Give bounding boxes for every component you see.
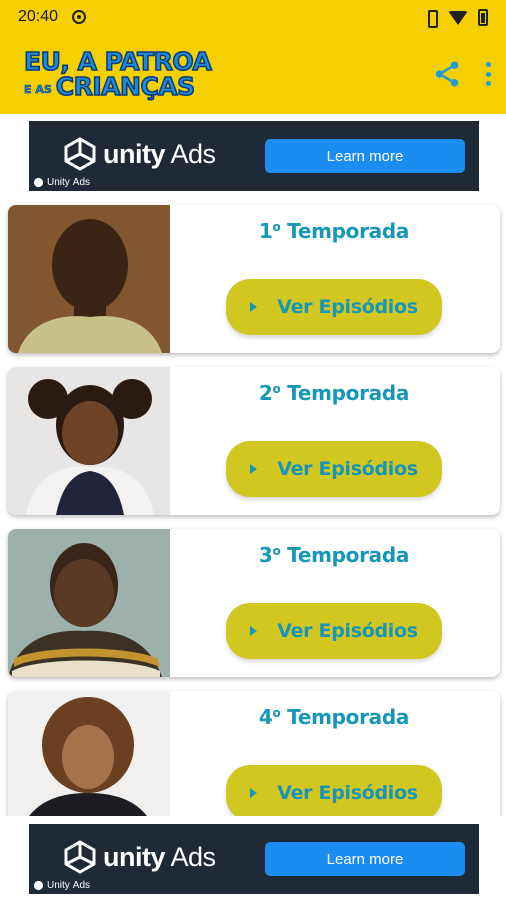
ad-banner-bottom[interactable]: unity Ads Learn more Unity Ads (29, 824, 479, 894)
more-vert-icon[interactable] (484, 62, 492, 86)
logo-small: E AS (24, 83, 52, 96)
ad-mini-brand: Unity (47, 177, 70, 188)
ver-episodios-button[interactable]: Ver Episódios (226, 765, 442, 821)
season-title: 2o Temporada (258, 381, 410, 405)
season-card[interactable]: 2o Temporada Ver Episódios (8, 367, 500, 515)
app-bar: EU, A PATROA E AS CRIANÇAS (0, 34, 506, 114)
ver-episodios-button[interactable]: Ver Episódios (226, 441, 442, 497)
ad-brand-suffix: Ads (170, 841, 217, 872)
wifi-icon (448, 11, 468, 25)
unity-ads-logo: unity Ads (63, 840, 216, 874)
play-icon (250, 788, 258, 798)
logo-line1: EU, A PATROA (23, 47, 212, 76)
season-photo (8, 529, 170, 677)
season-title: 4o Temporada (258, 705, 410, 729)
season-photo (8, 205, 170, 353)
ver-episodios-button[interactable]: Ver Episódios (226, 603, 442, 659)
season-card[interactable]: 3o Temporada Ver Episódios (8, 529, 500, 677)
logo-line2: CRIANÇAS (55, 72, 196, 101)
unity-ads-logo: unity Ads (63, 137, 216, 171)
status-bar: 20:40 (0, 0, 506, 34)
unity-mini-icon (33, 177, 44, 188)
unity-cube-icon (64, 137, 96, 171)
ad-banner-top[interactable]: unity Ads Learn more Unity Ads (29, 121, 479, 191)
share-icon[interactable] (432, 59, 462, 89)
ad-brand: unity (103, 138, 166, 169)
season-photo (8, 367, 170, 515)
unity-cube-icon (64, 840, 96, 874)
unity-mini-icon (33, 880, 44, 891)
ad-mini-label: Unity Ads (33, 177, 90, 188)
status-icons (424, 8, 488, 28)
ver-episodios-button[interactable]: Ver Episódios (226, 279, 442, 335)
ad-mini-suffix: Ads (72, 177, 91, 188)
play-icon (250, 302, 258, 312)
ad-mini-label: Unity Ads (33, 880, 90, 891)
play-icon (250, 626, 258, 636)
app-logo: EU, A PATROA E AS CRIANÇAS (23, 47, 212, 101)
play-icon (250, 464, 258, 474)
learn-more-button[interactable]: Learn more (265, 139, 465, 173)
vibrate-icon (424, 9, 438, 28)
learn-more-button[interactable]: Learn more (265, 842, 465, 876)
ad-mini-brand: Unity (47, 880, 70, 891)
season-title: 3o Temporada (258, 543, 410, 567)
season-title: 1o Temporada (258, 219, 410, 243)
battery-icon (478, 8, 488, 26)
ad-brand-suffix: Ads (170, 138, 217, 169)
season-card[interactable]: 1o Temporada Ver Episódios (8, 205, 500, 353)
ad-brand: unity (103, 841, 166, 872)
status-time: 20:40 (18, 8, 59, 25)
recording-icon (72, 10, 87, 24)
ad-mini-suffix: Ads (72, 880, 91, 891)
